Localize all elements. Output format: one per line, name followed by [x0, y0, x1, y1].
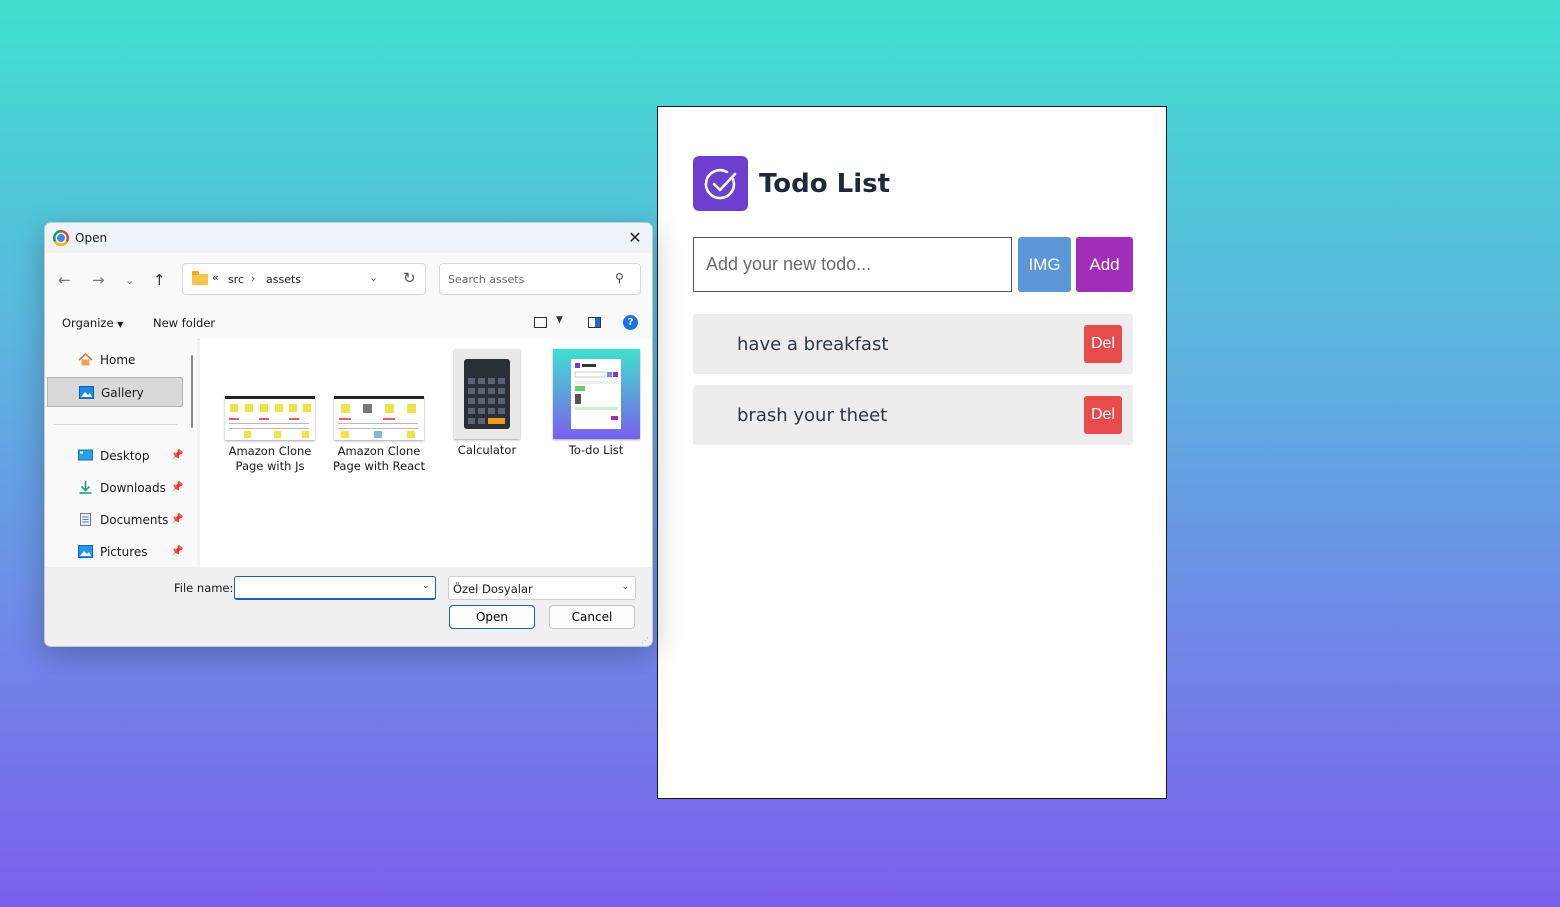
file-item[interactable]: Amazon Clone Page with React [326, 396, 432, 474]
recent-locations-chevron-icon[interactable]: ⌄ [125, 274, 134, 287]
dialog-title: Open [75, 231, 108, 245]
organize-button[interactable]: Organize ▼ [62, 316, 123, 330]
file-name: To-do List [568, 443, 624, 457]
address-dropdown-icon[interactable]: ⌄ [369, 271, 378, 284]
sidebar-item-label: Gallery [101, 386, 144, 400]
file-list: Amazon Clone Page with Js Amazon Clone P… [200, 339, 652, 567]
open-file-dialog: Open ✕ ← → ⌄ ↑ « src › assets ⌄ ↻ ⚲ Orga… [44, 222, 653, 647]
view-icon[interactable] [534, 317, 547, 328]
chevron-down-icon: ⌄ [621, 582, 629, 592]
sidebar-item-gallery[interactable]: Gallery [47, 377, 183, 407]
view-dropdown-icon[interactable]: ▼ [556, 315, 563, 325]
file-name: Amazon Clone Page with Js [228, 444, 312, 473]
sidebar-item-pictures[interactable]: Pictures 📌 [47, 537, 183, 567]
dialog-footer: File name: ⌄ Özel Dosyalar ⌄ Open Cancel… [45, 567, 652, 646]
folder-icon [192, 271, 208, 285]
file-item[interactable]: To-do List [543, 349, 649, 458]
documents-icon [80, 513, 91, 526]
pin-icon[interactable]: 📌 [171, 546, 183, 557]
open-button[interactable]: Open [449, 605, 535, 629]
file-name-input[interactable] [234, 576, 436, 600]
file-thumbnail [225, 396, 315, 440]
organize-label: Organize [62, 316, 114, 330]
navigation-pane: Home Gallery Desktop 📌 Downloads 📌 Docum… [45, 339, 197, 567]
file-item[interactable]: Amazon Clone Page with Js [217, 396, 323, 474]
sidebar-item-label: Desktop [100, 449, 150, 463]
gallery-icon [79, 386, 94, 399]
desktop-icon [78, 449, 93, 461]
sidebar-item-downloads[interactable]: Downloads 📌 [47, 473, 183, 503]
file-name: Amazon Clone Page with React [333, 444, 425, 473]
breadcrumb-assets[interactable]: assets [266, 273, 301, 286]
delete-button[interactable]: Del [1084, 396, 1122, 434]
add-button[interactable]: Add [1076, 237, 1133, 292]
breadcrumb-src[interactable]: src [228, 273, 244, 286]
home-icon [78, 353, 93, 366]
sidebar-item-label: Pictures [100, 545, 148, 559]
pin-icon[interactable]: 📌 [171, 450, 183, 461]
page-title: Todo List [759, 168, 891, 199]
up-arrow-icon[interactable]: ↑ [153, 271, 166, 289]
todo-item: brash your theet Del [693, 385, 1133, 445]
navigation-bar: ← → ⌄ ↑ « src › assets ⌄ ↻ ⚲ [45, 253, 652, 307]
todo-item: have a breakfast Del [693, 314, 1133, 374]
close-icon[interactable]: ✕ [624, 227, 646, 249]
pictures-icon [78, 545, 93, 558]
pin-icon[interactable]: 📌 [171, 482, 183, 493]
sidebar-item-home[interactable]: Home [47, 345, 183, 375]
todo-input[interactable] [693, 237, 1012, 292]
preview-pane-icon[interactable] [588, 317, 601, 328]
todo-item-text[interactable]: brash your theet [737, 405, 887, 426]
new-folder-button[interactable]: New folder [153, 316, 215, 330]
todo-card: Todo List IMG Add have a breakfast Del b… [657, 106, 1167, 799]
cancel-button[interactable]: Cancel [549, 605, 635, 629]
file-name: Calculator [457, 443, 517, 457]
address-bar[interactable]: « src › assets ⌄ ↻ [182, 263, 426, 295]
file-thumbnail [334, 396, 424, 440]
delete-button[interactable]: Del [1084, 325, 1122, 363]
search-input[interactable] [439, 263, 641, 295]
file-name-label: File name: [174, 581, 234, 595]
dialog-titlebar: Open ✕ [45, 223, 652, 253]
download-icon [79, 481, 92, 494]
forward-arrow-icon[interactable]: → [92, 271, 105, 289]
refresh-icon[interactable]: ↻ [403, 269, 416, 287]
file-item[interactable]: Calculator [434, 349, 540, 458]
sidebar-item-label: Downloads [100, 481, 166, 495]
sidebar-item-label: Documents [100, 513, 169, 527]
sidebar-scrollbar[interactable] [191, 355, 193, 428]
file-thumbnail [454, 349, 520, 439]
sidebar-divider [53, 424, 177, 425]
img-button[interactable]: IMG [1018, 237, 1071, 292]
file-thumbnail [552, 349, 640, 439]
sidebar-item-desktop[interactable]: Desktop 📌 [47, 441, 183, 471]
file-type-value: Özel Dosyalar [453, 582, 533, 596]
file-name-dropdown-icon[interactable]: ⌄ [422, 581, 430, 591]
todo-list: have a breakfast Del brash your theet De… [693, 314, 1133, 456]
search-icon: ⚲ [615, 271, 624, 285]
sidebar-item-documents[interactable]: Documents 📌 [47, 505, 183, 535]
resize-grip-icon[interactable]: ⋰ [641, 636, 649, 645]
command-bar: Organize ▼ New folder ▼ ? [45, 307, 652, 340]
sidebar-item-label: Home [100, 353, 136, 367]
back-arrow-icon[interactable]: ← [58, 271, 71, 289]
chrome-icon [53, 230, 69, 246]
pin-icon[interactable]: 📌 [171, 514, 183, 525]
breadcrumb-separator-icon: › [251, 272, 256, 285]
todo-item-text[interactable]: have a breakfast [737, 334, 888, 355]
organize-dropdown-icon: ▼ [117, 320, 124, 329]
file-type-select[interactable]: Özel Dosyalar ⌄ [448, 576, 636, 600]
breadcrumb-overflow[interactable]: « [212, 271, 219, 284]
help-icon[interactable]: ? [623, 315, 638, 330]
check-circle-icon [693, 156, 748, 211]
todo-header: Todo List [693, 156, 890, 211]
